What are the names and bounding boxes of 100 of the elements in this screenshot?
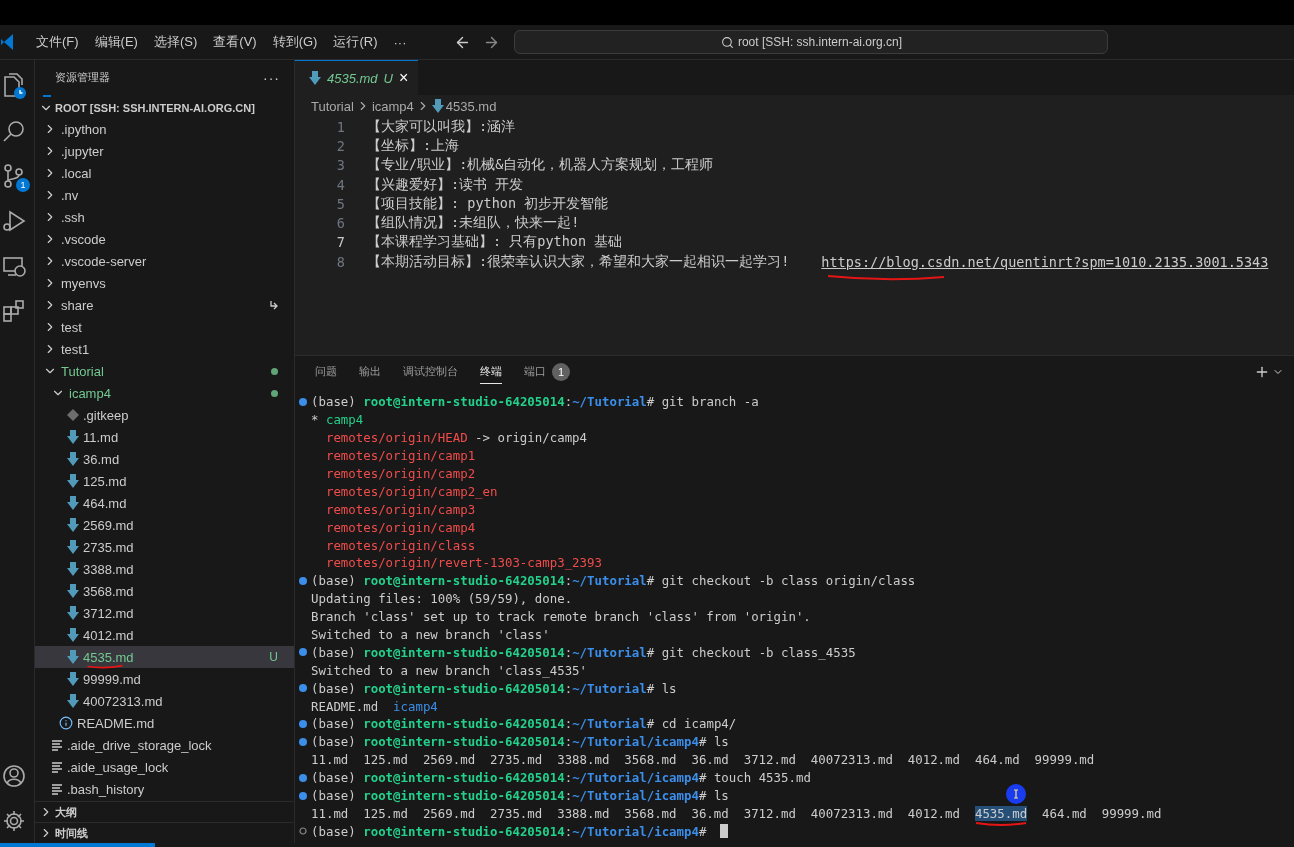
url-link[interactable]: https://blog.csdn.net/quentinrt?spm=1010.2135.3001.5343	[821, 253, 1269, 270]
terminal-line: remotes/origin/revert-1303-camp3_2393	[324, 555, 602, 571]
markdown-file-icon	[67, 628, 79, 642]
menu-item[interactable]: 编辑(E)	[86, 33, 146, 51]
line-number: 5	[335, 195, 345, 212]
section-title: 大纲	[55, 804, 77, 820]
tree-item[interactable]: Tutorial	[35, 360, 294, 382]
panel-tab[interactable]: 调试控制台	[403, 360, 458, 384]
file-name: 2735.md	[83, 539, 134, 555]
tree-item[interactable]: 4535.md U	[35, 646, 294, 668]
markdown-file-icon	[67, 562, 79, 576]
terminal-line: remotes/origin/camp1	[324, 448, 476, 464]
tree-item[interactable]: 2569.md	[35, 514, 294, 536]
menu-item[interactable]: 选择(S)	[145, 33, 206, 51]
section-title: 时间线	[55, 825, 88, 841]
tree-item[interactable]: 4012.md	[35, 624, 294, 646]
account-icon[interactable]	[2, 764, 26, 788]
file-name: 3568.md	[83, 583, 134, 599]
tree-item[interactable]: myenvs	[35, 272, 294, 294]
run-debug-icon[interactable]	[2, 209, 26, 233]
tree-item[interactable]: 36.md	[35, 448, 294, 470]
tree-item[interactable]: .ipython	[35, 118, 294, 140]
explorer-title: 资源管理器	[55, 70, 110, 85]
tree-item[interactable]: .bash_history	[35, 778, 294, 800]
count-badge: 1	[16, 178, 30, 192]
file-name: 40072313.md	[83, 693, 163, 709]
menu-item[interactable]: 转到(G)	[264, 33, 326, 51]
file-name: share	[61, 297, 94, 313]
code-line: 【组队情况】:未组队，快来一起!	[367, 214, 580, 233]
terminal-line: remotes/origin/HEAD -> origin/camp4	[324, 430, 587, 446]
terminal-line: (base) root@intern-studio-64205014:~/Tutorial# git branch -a	[311, 394, 759, 410]
tree-item[interactable]: 3388.md	[35, 558, 294, 580]
tree-item[interactable]: .aide_usage_lock	[35, 756, 294, 778]
tree-item[interactable]: 3712.md	[35, 602, 294, 624]
terminal-line: remotes/origin/camp4	[324, 519, 476, 535]
tree-item[interactable]: .local	[35, 162, 294, 184]
tree-item[interactable]: test	[35, 316, 294, 338]
tree-item[interactable]: share	[35, 294, 294, 316]
git-file-icon	[67, 409, 79, 421]
info-icon	[59, 716, 73, 730]
code-line: 【专业/职业】:机械&自动化，机器人方案规划，工程师	[367, 156, 714, 175]
terminal-line: Switched to a new branch 'class_4535'	[311, 662, 587, 678]
command-search-field[interactable]: root [SSH: ssh.intern-ai.org.cn]	[514, 30, 1109, 54]
editor-tab[interactable]: 4535.md U ×	[295, 60, 419, 95]
more-menu[interactable]: ···	[385, 34, 415, 50]
breadcrumb-item[interactable]: Tutorial	[311, 98, 354, 114]
terminal-line: Updating files: 100% (59/59), done.	[311, 591, 573, 607]
tree-item[interactable]: 11.md	[35, 426, 294, 448]
panel-tab[interactable]: 终端	[480, 360, 502, 384]
tree-item[interactable]: .vscode	[35, 228, 294, 250]
tree-item[interactable]: 40072313.md	[35, 690, 294, 712]
workspace-name: ROOT [SSH: SSH.INTERN-AI.ORG.CN]	[55, 101, 255, 114]
file-name: .vscode-server	[61, 253, 147, 269]
tree-item[interactable]: .nv	[35, 184, 294, 206]
tree-item[interactable]: 3568.md	[35, 580, 294, 602]
file-name: 11.md	[83, 429, 119, 445]
menu-item[interactable]: 文件(F)	[28, 33, 87, 51]
section-header[interactable]: 大纲	[35, 801, 294, 822]
search-icon[interactable]	[2, 119, 26, 143]
tree-item[interactable]: .jupyter	[35, 140, 294, 162]
more-actions[interactable]: ···	[263, 69, 280, 86]
extensions-icon[interactable]	[2, 299, 26, 323]
panel-tab[interactable]: 问题	[315, 360, 337, 384]
panel-tab[interactable]: 输出	[359, 360, 381, 384]
tree-item[interactable]: 464.md	[35, 492, 294, 514]
panel-tab[interactable]: 端口 1	[524, 358, 570, 386]
markdown-file-icon	[67, 518, 79, 532]
file-name: 4012.md	[83, 627, 134, 643]
tree-item[interactable]: icamp4	[35, 382, 294, 404]
file-name: 3388.md	[83, 561, 134, 577]
tree-item[interactable]: 125.md	[35, 470, 294, 492]
files-icon[interactable]	[1, 72, 27, 100]
settings-icon[interactable]	[2, 809, 26, 833]
workspace-header[interactable]: ROOT [SSH: SSH.INTERN-AI.ORG.CN]	[35, 97, 294, 118]
tree-item[interactable]: .aide_drive_storage_lock	[35, 734, 294, 756]
file-name: .ssh	[61, 209, 85, 225]
menu-item[interactable]: 查看(V)	[205, 33, 265, 51]
tree-item[interactable]: README.md	[35, 712, 294, 734]
text-file-icon	[51, 739, 63, 751]
markdown-file-icon	[67, 430, 79, 444]
branch-icon[interactable]	[3, 164, 25, 188]
tree-item[interactable]: 99999.md	[35, 668, 294, 690]
markdown-file-icon	[67, 584, 79, 598]
markdown-file-icon	[67, 540, 79, 554]
file-name: .aide_usage_lock	[67, 759, 169, 775]
breadcrumb-item[interactable]: 4535.md	[445, 98, 497, 114]
markdown-file-icon	[67, 672, 79, 686]
menu-item[interactable]: 运行(R)	[325, 33, 386, 51]
remote-explorer-icon[interactable]	[2, 254, 26, 278]
tree-item[interactable]: test1	[35, 338, 294, 360]
tree-item[interactable]: 2735.md	[35, 536, 294, 558]
git-status: U	[383, 70, 393, 86]
add-terminal-icon[interactable]	[1254, 364, 1270, 380]
tree-item[interactable]: .vscode-server	[35, 250, 294, 272]
code-line: 【本课程学习基础】: 只有python 基础	[367, 233, 623, 252]
tree-item[interactable]: .ssh	[35, 206, 294, 228]
tree-item[interactable]: .gitkeep	[35, 404, 294, 426]
breadcrumb-item[interactable]: icamp4	[371, 98, 414, 114]
close-button[interactable]: ×	[399, 69, 409, 87]
code-line: 【大家可以叫我】:涵洋	[367, 117, 516, 136]
